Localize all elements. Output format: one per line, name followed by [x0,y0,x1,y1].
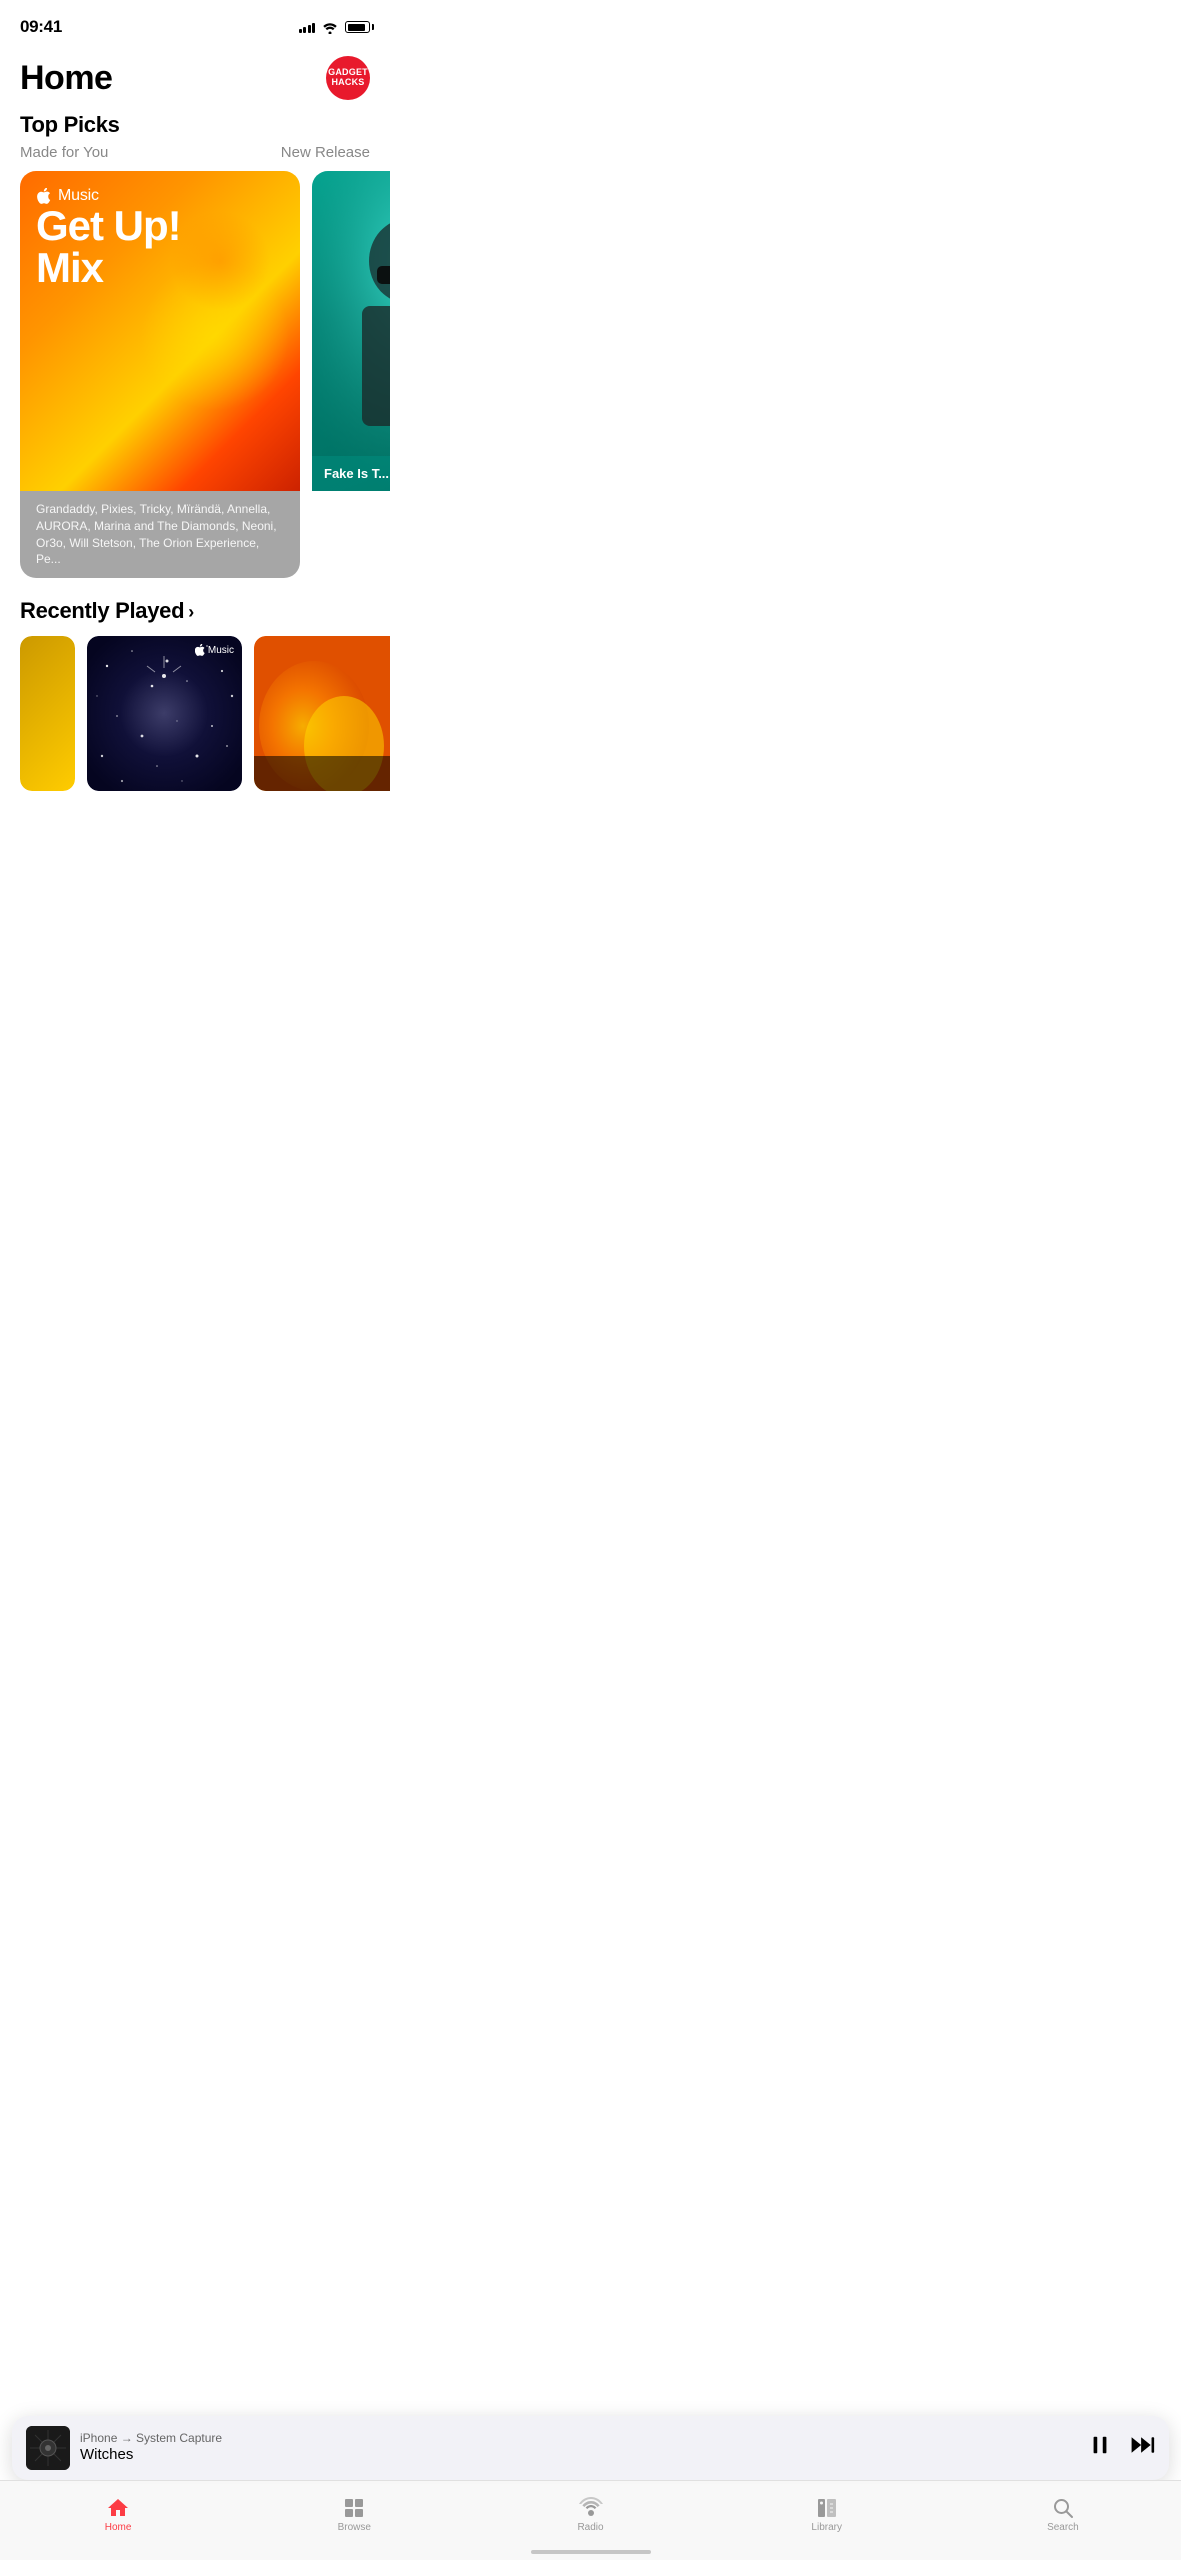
mini-player-info: iPhone → System Capture Witches [80,2431,1079,2465]
tab-library-label: Library [811,2522,842,2533]
avatar[interactable]: GADGET HACKS [326,56,370,100]
home-icon [105,2496,131,2520]
pause-button[interactable] [1089,2434,1111,2462]
card-title-line2: Mix [36,247,284,289]
page-header: Home GADGET HACKS [0,48,390,112]
mini-player-song: Witches [80,2445,1079,2465]
tab-home[interactable]: Home [0,2496,236,2533]
card-description: Grandaddy, Pixies, Tricky, Mïrändä, Anne… [20,491,300,578]
top-picks-header: Top Picks [0,112,390,142]
forward-button[interactable] [1129,2434,1155,2462]
tab-bar: Home Browse Radio Library [0,2480,1181,2560]
browse-icon [341,2496,367,2520]
get-up-mix-card[interactable]: Music Get Up! Mix Grandaddy, Pixies, Tri… [20,171,300,578]
top-picks-subtitle-row: Made for You New Release [0,142,390,171]
card-title-line1: Get Up! [36,205,284,247]
recently-played-title: Recently Played [20,598,184,624]
recently-played-section: Recently Played › [0,598,390,791]
recent-card-partial[interactable] [20,636,75,791]
top-picks-title: Top Picks [20,112,370,138]
search-icon [1050,2496,1076,2520]
library-icon [814,2496,840,2520]
wifi-icon [321,20,339,34]
mini-player-controls [1089,2434,1155,2462]
recent-card-stars[interactable]: Music [87,636,242,791]
signal-icon [299,21,316,33]
mini-player[interactable]: iPhone → System Capture Witches [12,2416,1169,2480]
status-time: 09:41 [20,17,62,37]
person-silhouette-icon [312,171,390,491]
fast-forward-icon [1129,2434,1155,2456]
tab-radio-label: Radio [577,2522,603,2533]
status-bar: 09:41 [0,0,390,48]
recently-played-cards: Music [0,636,390,791]
mini-player-artwork [26,2426,70,2470]
recent-card-orange[interactable] [254,636,390,791]
apple-logo-small-icon [195,644,205,656]
tab-browse[interactable]: Browse [236,2496,472,2533]
apple-music-badge-text: Music [208,645,234,656]
top-picks-cards: Music Get Up! Mix Grandaddy, Pixies, Tri… [0,171,390,578]
new-release-card[interactable]: Fake Is T... [312,171,390,578]
new-release-text: Fake Is T... [324,466,390,481]
recently-played-chevron[interactable]: › [188,602,194,623]
apple-music-badge: Music [195,644,234,656]
top-picks-subtitle-left: Made for You [20,144,108,161]
radio-icon [578,2496,604,2520]
album-art-icon [26,2426,70,2470]
tab-home-label: Home [105,2522,132,2533]
tab-search[interactable]: Search [945,2496,1181,2533]
tab-library[interactable]: Library [709,2496,945,2533]
tab-search-label: Search [1047,2522,1079,2533]
status-icons [299,20,371,34]
page-title: Home [20,59,112,98]
stars-visual [87,636,242,791]
battery-icon [345,21,370,33]
mini-player-source: iPhone → System Capture [80,2431,1079,2445]
tab-browse-label: Browse [338,2522,371,2533]
top-picks-new-release: New Release [281,144,370,161]
tab-radio[interactable]: Radio [472,2496,708,2533]
home-indicator [531,2550,651,2554]
pause-icon [1089,2434,1111,2456]
